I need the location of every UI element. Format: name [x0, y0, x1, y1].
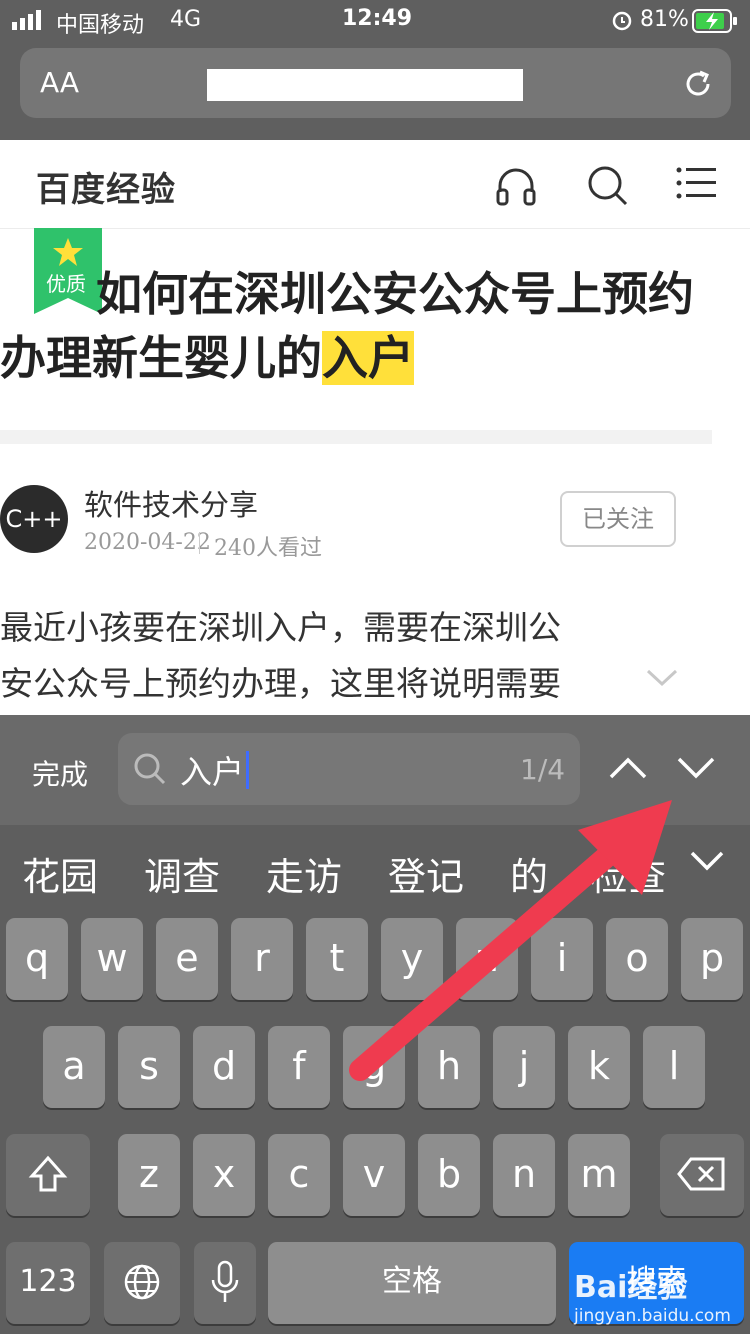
follow-button-label: 已关注 [582, 505, 654, 533]
candidate-word[interactable]: 登记 [388, 846, 464, 901]
previous-match-icon[interactable] [608, 755, 648, 785]
key[interactable]: r [231, 918, 293, 1000]
url-bar[interactable]: AA [20, 48, 731, 118]
headphones-icon[interactable] [494, 164, 538, 212]
candidate-word[interactable]: 调查 [144, 846, 220, 901]
intro-line: 安公众号上预约办理，这里将说明需要 [0, 664, 561, 703]
author-name[interactable]: 软件技术分享 [84, 482, 258, 524]
follow-button[interactable]: 已关注 [560, 491, 676, 547]
candidate-word[interactable]: 走访 [266, 846, 342, 901]
avatar-text: C++ [5, 505, 63, 533]
candidate-word[interactable]: 的 [510, 846, 548, 901]
key[interactable]: s [118, 1026, 180, 1108]
clock: 12:49 [342, 6, 413, 31]
baidu-jingyan-watermark: Bai经验 jingyan.baidu.com [574, 1262, 731, 1326]
publish-date: 2020-04-22 [84, 530, 211, 555]
match-count: 1/4 [520, 753, 566, 786]
battery-percent: 81% [640, 7, 689, 32]
intro-line: 最近小孩要在深圳入户，需要在深圳公 [0, 608, 561, 647]
meta-separator [199, 532, 200, 554]
key[interactable]: x [193, 1134, 255, 1216]
key[interactable]: w [81, 918, 143, 1000]
candidate-word[interactable]: 花园 [22, 846, 98, 901]
key[interactable]: y [381, 918, 443, 1000]
key[interactable]: j [493, 1026, 555, 1108]
watermark-url: jingyan.baidu.com [574, 1306, 731, 1326]
numbers-key[interactable]: 123 [6, 1242, 90, 1324]
space-key[interactable]: 空格 [268, 1242, 556, 1324]
key[interactable]: n [493, 1134, 555, 1216]
find-in-page-bar: 完成 入户 1/4 [0, 715, 750, 825]
url-redacted-box [207, 69, 523, 101]
backspace-key[interactable] [660, 1134, 744, 1216]
expand-candidates-icon[interactable] [690, 850, 724, 876]
key[interactable]: u [456, 918, 518, 1000]
key[interactable]: v [343, 1134, 405, 1216]
key[interactable]: d [193, 1026, 255, 1108]
search-icon[interactable] [586, 164, 630, 212]
signal-icon [12, 10, 46, 30]
key[interactable]: o [606, 918, 668, 1000]
key[interactable]: p [681, 918, 743, 1000]
key[interactable]: g [343, 1026, 405, 1108]
text-size-button[interactable]: AA [40, 66, 79, 99]
key[interactable]: h [418, 1026, 480, 1108]
key[interactable]: t [306, 918, 368, 1000]
key[interactable]: f [268, 1026, 330, 1108]
avatar[interactable]: C++ [0, 485, 68, 553]
shift-key[interactable] [6, 1134, 90, 1216]
expand-chevron-icon[interactable] [646, 668, 678, 692]
globe-key[interactable] [104, 1242, 180, 1324]
next-match-icon[interactable] [676, 755, 716, 785]
key[interactable]: l [643, 1026, 705, 1108]
menu-icon[interactable] [676, 166, 716, 206]
search-highlight: 入户 [322, 331, 414, 385]
site-logo-text[interactable]: 百度经验 [36, 162, 176, 211]
done-button[interactable]: 完成 [32, 753, 88, 793]
key[interactable]: e [156, 918, 218, 1000]
key[interactable]: b [418, 1134, 480, 1216]
site-header: 百度经验 [0, 140, 750, 229]
search-icon [132, 751, 168, 791]
carrier: 中国移动 [56, 13, 145, 38]
battery-charging-icon [692, 9, 738, 39]
key[interactable]: m [568, 1134, 630, 1216]
alarm-icon [610, 8, 634, 38]
reload-icon[interactable] [680, 66, 716, 106]
text-cursor [246, 751, 249, 789]
candidate-word[interactable]: 检查 [590, 846, 666, 901]
view-count: 240人看过 [214, 536, 322, 561]
find-search-field[interactable]: 入户 1/4 [118, 733, 580, 805]
network-type: 4G [170, 7, 202, 32]
article-title: 如何在深圳公安公众号上预约办理新生婴儿的入户 [0, 262, 712, 390]
key[interactable]: q [6, 918, 68, 1000]
key[interactable]: c [268, 1134, 330, 1216]
status-bar: 中国移动 4G 12:49 81% [0, 0, 750, 42]
key[interactable]: z [118, 1134, 180, 1216]
key[interactable]: k [568, 1026, 630, 1108]
key[interactable]: a [43, 1026, 105, 1108]
microphone-key[interactable] [194, 1242, 256, 1324]
article-intro: 最近小孩要在深圳入户，需要在深圳公 安公众号上预约办理，这里将说明需要 [0, 600, 561, 712]
divider [0, 430, 712, 444]
find-query: 入户 [180, 753, 245, 791]
watermark-brand: Bai经验 [574, 1270, 688, 1305]
key[interactable]: i [531, 918, 593, 1000]
